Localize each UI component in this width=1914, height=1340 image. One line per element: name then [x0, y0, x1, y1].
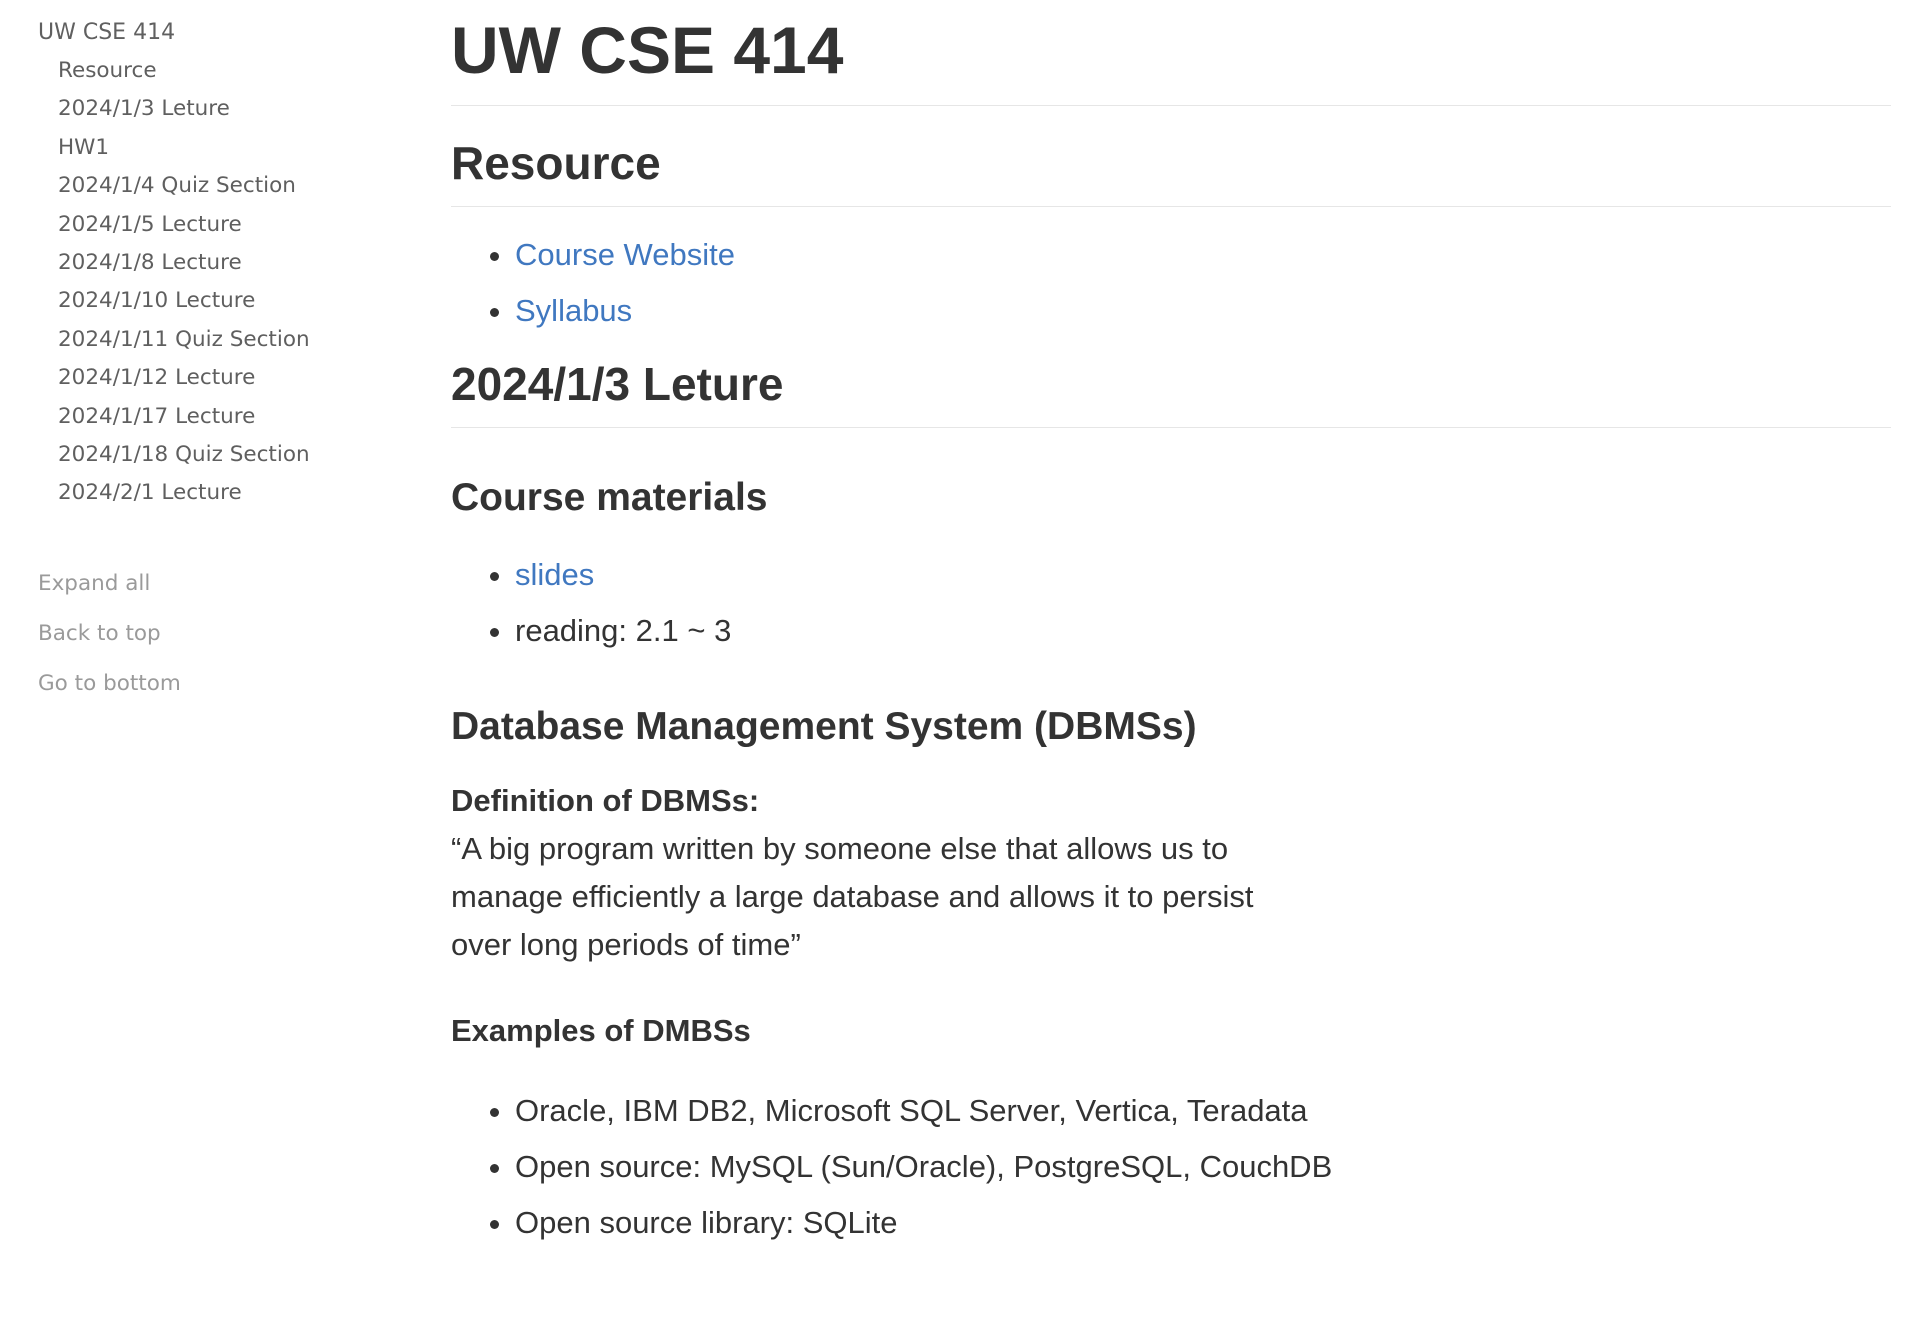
- list-item: Oracle, IBM DB2, Microsoft SQL Server, V…: [515, 1083, 1891, 1139]
- list-item: Syllabus: [515, 283, 1891, 339]
- list-item: Open source: MySQL (Sun/Oracle), Postgre…: [515, 1139, 1891, 1195]
- table-of-contents: UW CSE 414 Resource 2024/1/3 Leture HW1 …: [38, 14, 398, 709]
- dbms-heading: Database Management System (DBMSs): [451, 705, 1197, 748]
- list-item: Course Website: [515, 227, 1891, 283]
- definition-block: Definition of DBMSs: “A big program writ…: [451, 777, 1311, 969]
- examples-label: Examples of DMBSs: [451, 1013, 751, 1048]
- toc-item-2024-1-5-lecture[interactable]: 2024/1/5 Lecture: [58, 206, 398, 244]
- toc-item-2024-2-1-lecture[interactable]: 2024/2/1 Lecture: [58, 474, 398, 512]
- toc-item-2024-1-11-quiz-section[interactable]: 2024/1/11 Quiz Section: [58, 321, 398, 359]
- course-materials-list: slides reading: 2.1 ~ 3: [451, 547, 1891, 659]
- definition-text: “A big program written by someone else t…: [451, 831, 1254, 962]
- back-to-top-link[interactable]: Back to top: [38, 609, 398, 659]
- toc-item-2024-1-18-quiz-section[interactable]: 2024/1/18 Quiz Section: [58, 436, 398, 474]
- slides-link[interactable]: slides: [515, 557, 594, 592]
- course-website-link[interactable]: Course Website: [515, 237, 735, 272]
- resource-list: Course Website Syllabus: [451, 227, 1891, 339]
- resource-heading: Resource: [451, 130, 1891, 207]
- toc-item-2024-1-10-lecture[interactable]: 2024/1/10 Lecture: [58, 282, 398, 320]
- toc-item-2024-1-17-lecture[interactable]: 2024/1/17 Lecture: [58, 398, 398, 436]
- toc-item-hw1[interactable]: HW1: [58, 129, 398, 167]
- examples-list: Oracle, IBM DB2, Microsoft SQL Server, V…: [451, 1083, 1891, 1251]
- toc-item-resource[interactable]: Resource: [58, 52, 398, 90]
- course-materials-heading: Course materials: [451, 476, 768, 519]
- toc-item-2024-1-3-leture[interactable]: 2024/1/3 Leture: [58, 90, 398, 128]
- toc-list: Resource 2024/1/3 Leture HW1 2024/1/4 Qu…: [38, 52, 398, 513]
- toc-item-2024-1-8-lecture[interactable]: 2024/1/8 Lecture: [58, 244, 398, 282]
- go-to-bottom-link[interactable]: Go to bottom: [38, 659, 398, 709]
- toc-root-link[interactable]: UW CSE 414: [38, 14, 398, 52]
- syllabus-link[interactable]: Syllabus: [515, 293, 632, 328]
- toc-actions: Expand all Back to top Go to bottom: [38, 559, 398, 709]
- page-title: UW CSE 414: [451, 0, 1891, 106]
- lecture-heading: 2024/1/3 Leture: [451, 351, 1891, 428]
- toc-item-2024-1-4-quiz-section[interactable]: 2024/1/4 Quiz Section: [58, 167, 398, 205]
- list-item: slides: [515, 547, 1891, 603]
- expand-all-link[interactable]: Expand all: [38, 559, 398, 609]
- list-item: Open source library: SQLite: [515, 1195, 1891, 1251]
- reading-item: reading: 2.1 ~ 3: [515, 603, 1891, 659]
- toc-item-2024-1-12-lecture[interactable]: 2024/1/12 Lecture: [58, 359, 398, 397]
- definition-label: Definition of DBMSs:: [451, 783, 760, 818]
- main-content: UW CSE 414 Resource Course Website Sylla…: [451, 0, 1891, 1251]
